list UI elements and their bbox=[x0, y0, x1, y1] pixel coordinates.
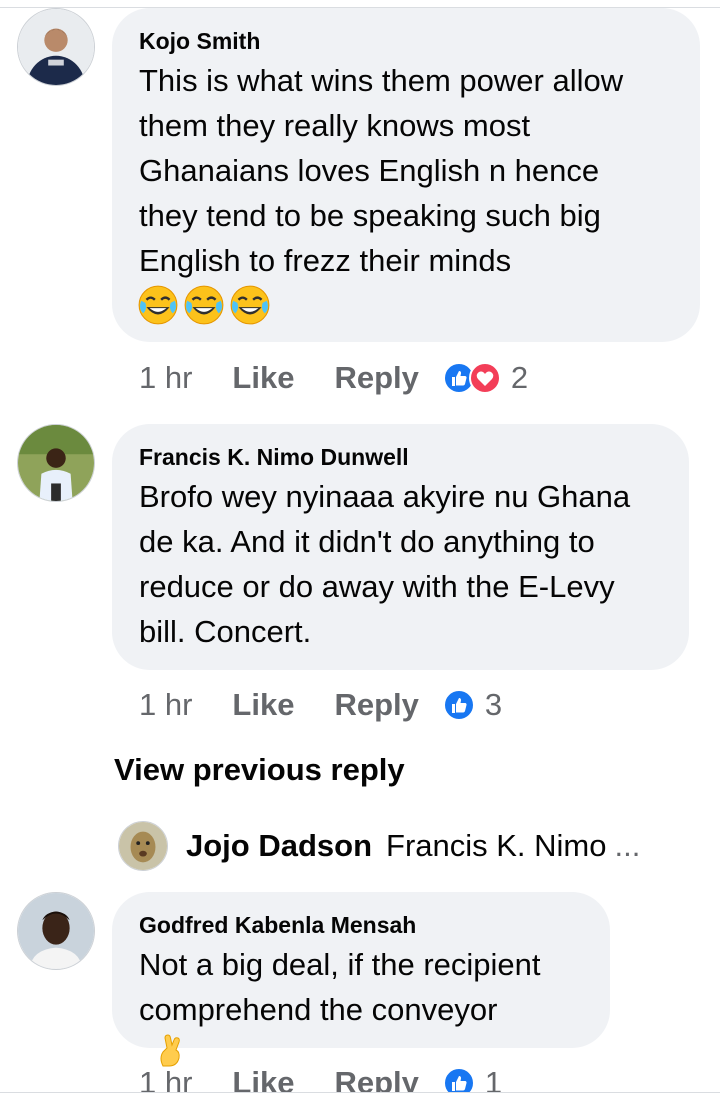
reply-text-preview: Francis K. Nimo bbox=[386, 828, 607, 863]
avatar[interactable] bbox=[118, 821, 168, 871]
comment-line: bill. Concert. bbox=[139, 614, 312, 649]
face-with-tears-of-joy-icon bbox=[183, 284, 225, 326]
reaction-count[interactable]: 3 bbox=[485, 687, 502, 723]
comment-line-text: comprehend the conveyor bbox=[139, 992, 498, 1027]
comment-actions: 1 hr Like Reply 3 bbox=[139, 685, 502, 725]
comment-author[interactable]: Kojo Smith bbox=[139, 28, 260, 55]
comment-line: This is what wins them power allow bbox=[139, 63, 624, 98]
comment-bubble: Kojo Smith This is what wins them power … bbox=[112, 8, 700, 342]
reply-button[interactable]: Reply bbox=[334, 360, 418, 396]
reaction-summary[interactable] bbox=[442, 362, 501, 394]
avatar[interactable] bbox=[17, 8, 95, 86]
comment-text: Not a big deal, if the recipient compreh… bbox=[139, 942, 541, 1068]
reaction-summary[interactable] bbox=[442, 689, 475, 721]
comment-line: them they really knows most bbox=[139, 108, 531, 143]
comment-author[interactable]: Godfred Kabenla Mensah bbox=[139, 912, 416, 939]
comment-text: This is what wins them power allow them … bbox=[139, 58, 623, 283]
reply-ellipsis: ... bbox=[614, 828, 641, 863]
reply-preview[interactable]: Jojo Dadson Francis K. Nimo ... bbox=[118, 818, 640, 874]
comment-bubble: Godfred Kabenla Mensah Not a big deal, i… bbox=[112, 892, 610, 1067]
emoji-row bbox=[137, 284, 275, 326]
comment-timestamp[interactable]: 1 hr bbox=[139, 360, 192, 396]
love-reaction-icon bbox=[468, 362, 501, 394]
face-with-tears-of-joy-icon bbox=[229, 284, 271, 326]
avatar[interactable] bbox=[17, 424, 95, 502]
reply-author[interactable]: Jojo Dadson bbox=[186, 828, 372, 864]
like-button[interactable]: Like bbox=[232, 687, 294, 723]
reaction-count[interactable]: 2 bbox=[511, 360, 528, 396]
comment-line: Ghanaians loves English n hence bbox=[139, 153, 600, 188]
comment-line: English to frezz their minds bbox=[139, 243, 512, 278]
view-previous-reply-link[interactable]: View previous reply bbox=[114, 752, 405, 788]
comment-actions: 1 hr Like Reply 2 bbox=[139, 358, 528, 398]
comment-timestamp[interactable]: 1 hr bbox=[139, 687, 192, 723]
comment-line: Not a big deal, if the recipient bbox=[139, 947, 541, 982]
comment-line: Brofo wey nyinaaa akyire nu Ghana bbox=[139, 479, 631, 514]
face-with-tears-of-joy-icon bbox=[137, 284, 179, 326]
comment-line: they tend to be speaking such big bbox=[139, 198, 601, 233]
like-button[interactable]: Like bbox=[232, 360, 294, 396]
like-reaction-icon bbox=[442, 689, 475, 721]
top-divider bbox=[0, 0, 720, 8]
avatar[interactable] bbox=[17, 892, 95, 970]
reply-button[interactable]: Reply bbox=[334, 687, 418, 723]
comment-line: comprehend the conveyor bbox=[139, 987, 541, 1068]
comment-line: reduce or do away with the E-Levy bbox=[139, 569, 615, 604]
comment-text: Brofo wey nyinaaa akyire nu Ghana de ka.… bbox=[139, 474, 630, 654]
comment-bubble: Francis K. Nimo Dunwell Brofo wey nyinaa… bbox=[112, 424, 689, 670]
comment-line: de ka. And it didn't do anything to bbox=[139, 524, 595, 559]
comment-author[interactable]: Francis K. Nimo Dunwell bbox=[139, 444, 409, 471]
